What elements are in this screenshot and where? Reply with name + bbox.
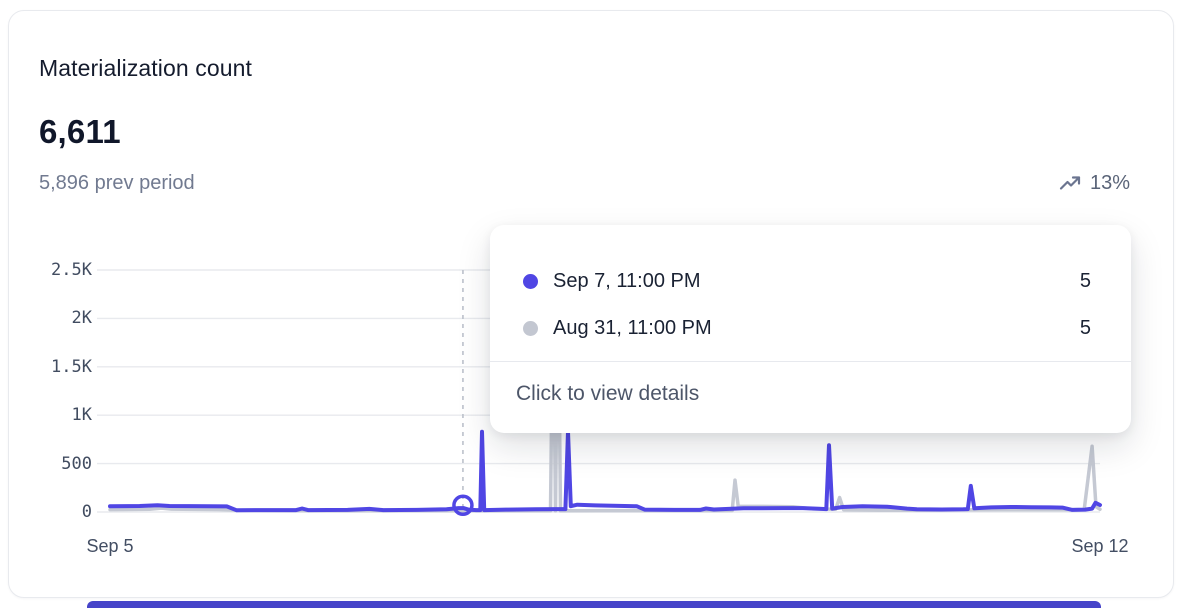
tooltip-value: 5: [1080, 270, 1091, 293]
tooltip-date-label: Sep 7, 11:00 PM: [553, 270, 1080, 293]
tooltip-row-previous: Aug 31, 11:00 PM 5: [523, 305, 1091, 352]
x-axis-tick-label: Sep 5: [86, 536, 133, 557]
previous-series-dot-icon: [523, 321, 538, 336]
tooltip-date-label: Aug 31, 11:00 PM: [553, 317, 1080, 340]
current-series-dot-icon: [523, 274, 538, 289]
tooltip-footer-link[interactable]: Click to view details: [516, 382, 699, 406]
tooltip-rows: Sep 7, 11:00 PM 5 Aug 31, 11:00 PM 5: [523, 258, 1091, 352]
tooltip-value: 5: [1080, 317, 1091, 340]
chart-tooltip[interactable]: Sep 7, 11:00 PM 5 Aug 31, 11:00 PM 5 Cli…: [490, 225, 1131, 433]
tooltip-row-current: Sep 7, 11:00 PM 5: [523, 258, 1091, 305]
x-axis-tick-label: Sep 12: [1071, 536, 1128, 557]
tooltip-divider: [490, 361, 1131, 362]
